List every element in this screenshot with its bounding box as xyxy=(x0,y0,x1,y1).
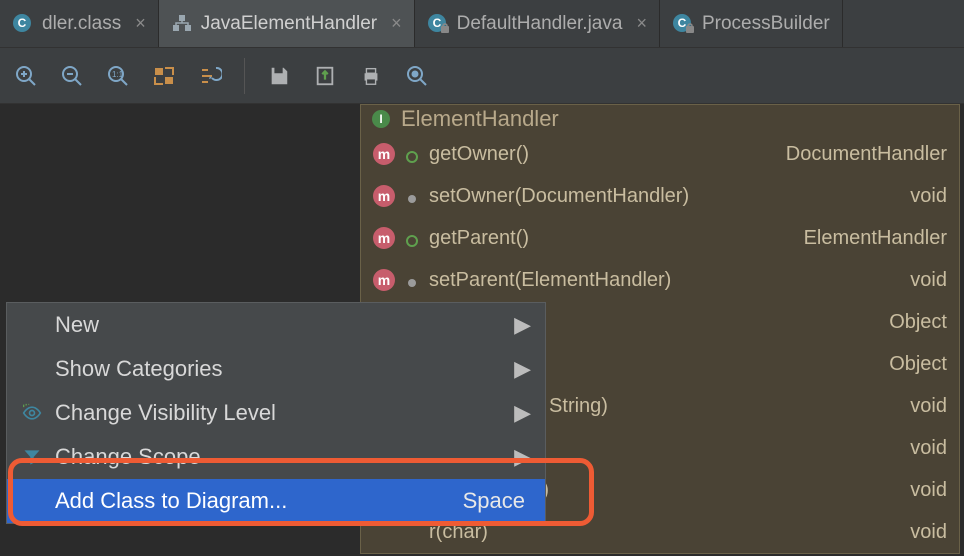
editor-tab[interactable]: C ProcessBuilder xyxy=(660,0,843,47)
tab-icon: C xyxy=(672,13,694,35)
svg-text:C: C xyxy=(678,16,687,30)
find-button[interactable] xyxy=(401,60,433,92)
class-member-row[interactable]: m getOwner() DocumentHandler xyxy=(361,133,959,175)
menu-item-label: New xyxy=(55,312,502,338)
svg-text:C: C xyxy=(18,16,27,30)
menu-item-change-visibility-level[interactable]: Change Visibility Level ▶ xyxy=(7,391,545,435)
visibility-icon xyxy=(405,273,419,287)
member-type: void xyxy=(910,479,947,502)
eye-icon xyxy=(21,402,43,424)
svg-text:C: C xyxy=(432,16,441,30)
context-menu: New▶Show Categories▶Change Visibility Le… xyxy=(6,302,546,524)
class-name: ElementHandler xyxy=(401,106,559,132)
svg-text:1:1: 1:1 xyxy=(112,70,124,79)
member-type: void xyxy=(910,521,947,544)
tab-icon xyxy=(171,13,193,35)
editor-tab-bar: Cdler.class × JavaElementHandler × C DefaultH… xyxy=(0,0,964,48)
member-type: void xyxy=(910,185,947,208)
class-member-row[interactable]: m setOwner(DocumentHandler) void xyxy=(361,175,959,217)
member-name: setOwner(DocumentHandler) xyxy=(429,185,689,208)
close-icon[interactable]: × xyxy=(636,13,647,34)
editor-tab[interactable]: JavaElementHandler × xyxy=(159,0,415,47)
tab-label: DefaultHandler.java xyxy=(457,13,623,35)
method-icon: m xyxy=(373,185,395,207)
editor-tab[interactable]: Cdler.class × xyxy=(0,0,159,47)
class-title: I ElementHandler xyxy=(361,105,959,133)
export-button[interactable] xyxy=(309,60,341,92)
method-icon: m xyxy=(373,227,395,249)
tab-label: dler.class xyxy=(42,13,121,35)
blank-icon xyxy=(21,358,43,380)
tab-icon: C xyxy=(427,13,449,35)
visibility-icon xyxy=(405,231,419,245)
member-type: DocumentHandler xyxy=(786,143,947,166)
menu-item-show-categories[interactable]: Show Categories ▶ xyxy=(7,347,545,391)
member-type: void xyxy=(910,395,947,418)
tab-icon: C xyxy=(12,13,34,35)
menu-item-add-class-to-diagram[interactable]: Add Class to Diagram... Space xyxy=(7,479,545,523)
diagram-toolbar: 1:1 xyxy=(0,48,964,104)
menu-item-label: Show Categories xyxy=(55,356,502,382)
menu-shortcut: Space xyxy=(463,488,525,514)
zoom-in-button[interactable] xyxy=(10,60,42,92)
menu-item-label: Add Class to Diagram... xyxy=(55,488,451,514)
method-icon: m xyxy=(373,143,395,165)
funnel-icon xyxy=(21,446,43,468)
tab-label: ProcessBuilder xyxy=(702,13,830,35)
submenu-arrow-icon: ▶ xyxy=(514,312,531,338)
submenu-arrow-icon: ▶ xyxy=(514,444,531,470)
close-icon[interactable]: × xyxy=(391,13,402,34)
fit-content-button[interactable] xyxy=(148,60,180,92)
menu-item-new[interactable]: New ▶ xyxy=(7,303,545,347)
member-type: Object xyxy=(889,353,947,376)
menu-item-label: Change Scope xyxy=(55,444,502,470)
member-name: setParent(ElementHandler) xyxy=(429,269,671,292)
member-name: getOwner() xyxy=(429,143,529,166)
editor-tab[interactable]: C DefaultHandler.java × xyxy=(415,0,660,47)
submenu-arrow-icon: ▶ xyxy=(514,400,531,426)
submenu-arrow-icon: ▶ xyxy=(514,356,531,382)
tab-label: JavaElementHandler xyxy=(201,13,377,35)
class-member-row[interactable]: m setParent(ElementHandler) void xyxy=(361,259,959,301)
zoom-actual-button[interactable]: 1:1 xyxy=(102,60,134,92)
member-type: void xyxy=(910,437,947,460)
blank-icon xyxy=(21,490,43,512)
layout-button[interactable] xyxy=(194,60,226,92)
member-type: void xyxy=(910,269,947,292)
print-button[interactable] xyxy=(355,60,387,92)
menu-item-label: Change Visibility Level xyxy=(55,400,502,426)
visibility-icon xyxy=(405,189,419,203)
menu-item-change-scope[interactable]: Change Scope ▶ xyxy=(7,435,545,479)
zoom-out-button[interactable] xyxy=(56,60,88,92)
svg-text:I: I xyxy=(379,112,382,126)
member-type: Object xyxy=(889,311,947,334)
toolbar-separator xyxy=(244,58,245,94)
method-icon: m xyxy=(373,269,395,291)
member-name: getParent() xyxy=(429,227,529,250)
blank-icon xyxy=(21,314,43,336)
close-icon[interactable]: × xyxy=(135,13,146,34)
visibility-icon xyxy=(405,147,419,161)
member-type: ElementHandler xyxy=(804,227,947,250)
save-button[interactable] xyxy=(263,60,295,92)
class-member-row[interactable]: m getParent() ElementHandler xyxy=(361,217,959,259)
